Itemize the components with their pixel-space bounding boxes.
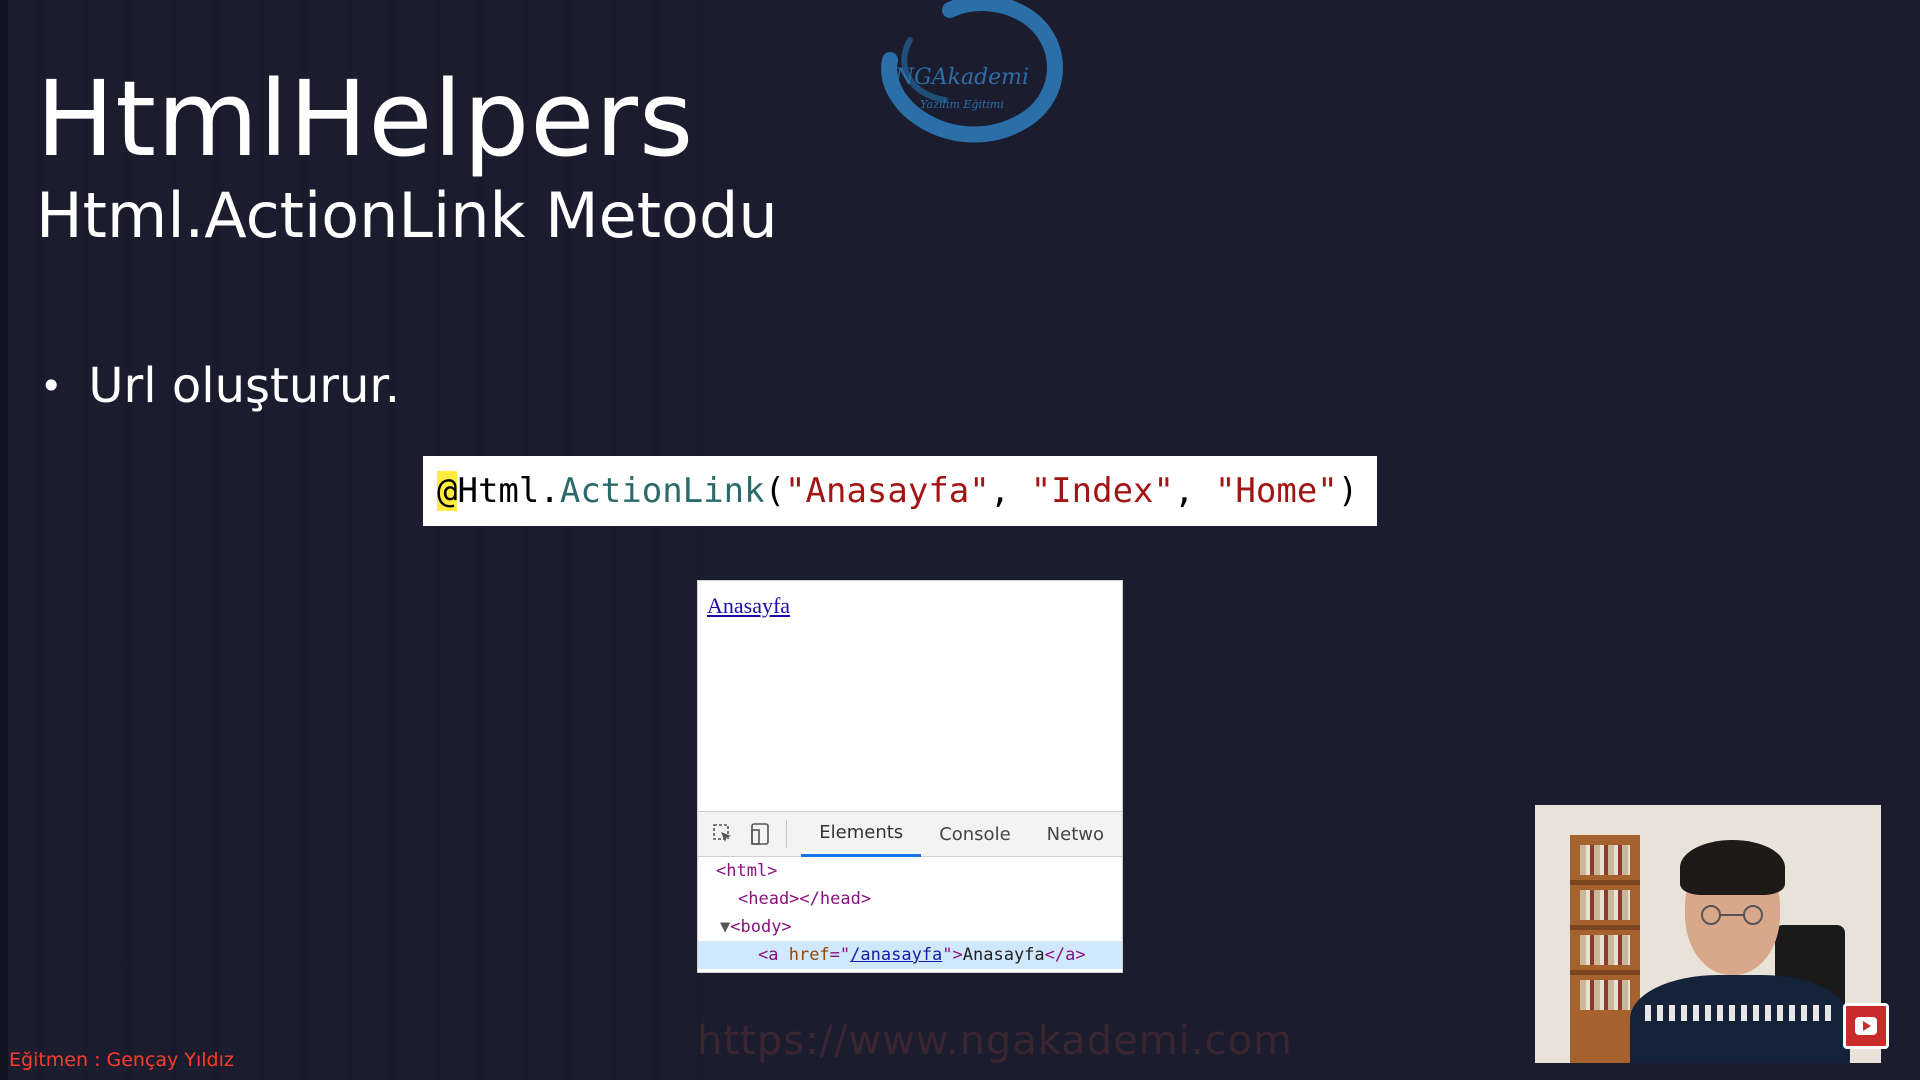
books-row [1580, 980, 1630, 1010]
dom-node-body[interactable]: ▼<body> [698, 913, 1122, 941]
code-arg-3: "Home" [1214, 471, 1338, 511]
dom-node-html[interactable]: <html> [698, 857, 1122, 885]
dom-anchor-quote: "> [942, 945, 963, 965]
code-open-paren: ( [764, 471, 786, 511]
logo-tagline: Yazılım Eğitimi [920, 98, 1004, 111]
dom-anchor-attr: href [788, 945, 830, 965]
tab-elements[interactable]: Elements [801, 811, 922, 857]
expand-triangle-icon[interactable]: ▼ [720, 917, 730, 937]
device-toggle-icon[interactable] [747, 821, 772, 847]
code-sep-2: , [1174, 471, 1215, 511]
dom-node-head[interactable]: <head></head> [698, 885, 1122, 913]
website-watermark: https://www.ngakademi.com [697, 1018, 1294, 1064]
sweater-pattern [1645, 1005, 1835, 1021]
code-arg-2: "Index" [1030, 471, 1174, 511]
instructor-label: Eğitmen : Gençay Yıldız [9, 1049, 234, 1071]
anasayfa-link[interactable]: Anasayfa [707, 593, 790, 619]
logo-text: NGAkademi [894, 65, 1029, 90]
code-sep-1: , [989, 471, 1031, 511]
bullet-item: • Url oluşturur. [40, 358, 400, 414]
code-close-paren: ) [1337, 471, 1359, 511]
dom-head-tag: <head></head> [738, 889, 872, 909]
code-object: Html [457, 471, 540, 511]
crescent-decoration-icon [57, 848, 162, 963]
tab-network[interactable]: Netwo [1029, 811, 1122, 857]
glasses [1701, 905, 1763, 925]
dom-anchor-eq: =" [829, 945, 851, 965]
browser-preview: Anasayfa Elements Console Netwo <html> <… [697, 580, 1123, 973]
books-row [1580, 845, 1630, 875]
ngakademi-logo: NGAkademi Yazılım Eğitimi [881, 0, 1063, 143]
shelf-board [1570, 880, 1640, 885]
inspect-element-icon[interactable] [710, 821, 735, 847]
dom-anchor-close: </a> [1044, 945, 1086, 965]
shelf-board [1570, 925, 1640, 930]
slide-title: HtmlHelpers [36, 58, 695, 180]
code-at: @ [437, 471, 458, 511]
code-arg-1: "Anasayfa" [785, 471, 990, 511]
person-hair [1680, 840, 1785, 895]
bullet-text: Url oluşturur. [88, 358, 400, 414]
dom-node-anchor[interactable]: <a href="/anasayfa">Anasayfa</a> [698, 941, 1122, 969]
dom-anchor-open: <a [758, 945, 789, 965]
bullet-dot: • [40, 364, 63, 408]
webcam-overlay [1535, 805, 1881, 1063]
books-row [1580, 935, 1630, 965]
devtools-toolbar: Elements Console Netwo [698, 811, 1122, 857]
dom-html-tag: <html> [716, 861, 778, 881]
books-row [1580, 890, 1630, 920]
code-dot: . [539, 471, 560, 511]
shelf-board [1570, 970, 1640, 975]
dom-anchor-href[interactable]: /anasayfa [850, 945, 942, 965]
tab-console[interactable]: Console [921, 811, 1028, 857]
dom-tree: <html> <head></head> ▼<body> <a href="/a… [698, 857, 1122, 969]
dom-anchor-text: Anasayfa [962, 945, 1045, 965]
dom-body-tag: <body> [730, 917, 792, 937]
code-snippet: @ Html. ActionLink("Anasayfa", "Index", "H… [423, 456, 1377, 526]
slide-subtitle: Html.ActionLink Metodu [36, 179, 778, 252]
toolbar-separator [786, 820, 788, 848]
code-method: ActionLink [559, 471, 765, 511]
youtube-play-icon[interactable] [1843, 1003, 1889, 1049]
left-edge [0, 0, 8, 1080]
